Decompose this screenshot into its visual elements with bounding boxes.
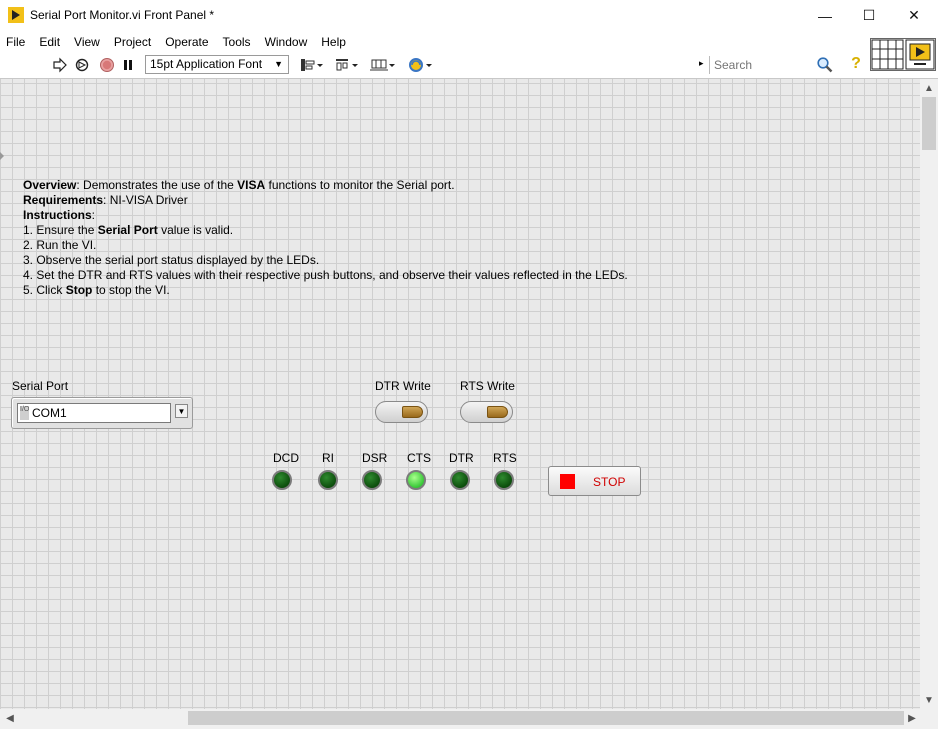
led-rts	[494, 470, 514, 490]
run-continuously-icon[interactable]	[73, 57, 91, 73]
led-label-dtr: DTR	[449, 451, 474, 465]
chevron-down-icon: ▼	[274, 59, 283, 69]
scroll-up-icon[interactable]: ▲	[921, 80, 937, 96]
serial-port-label: Serial Port	[12, 379, 69, 393]
led-dsr	[362, 470, 382, 490]
led-label-rts: RTS	[493, 451, 517, 465]
maximize-icon: ☐	[862, 7, 876, 23]
font-select-value: 15pt Application Font	[150, 57, 263, 71]
scroll-left-icon[interactable]: ◀	[2, 710, 18, 726]
led-label-cts: CTS	[407, 451, 431, 465]
window-title: Serial Port Monitor.vi Front Panel *	[30, 8, 215, 22]
vertical-scrollbar[interactable]	[920, 79, 938, 709]
rts-write-label: RTS Write	[460, 379, 515, 393]
maximize-button[interactable]: ☐	[846, 0, 892, 31]
chevron-down-icon: ▼	[177, 406, 186, 416]
menu-edit[interactable]: Edit	[32, 35, 67, 49]
led-ri	[318, 470, 338, 490]
visa-io-icon: I/O	[20, 406, 29, 420]
led-label-dcd: DCD	[273, 451, 299, 465]
menu-bar: File Edit View Project Operate Tools Win…	[0, 31, 938, 52]
step1-text-a: 1. Ensure the	[23, 223, 98, 237]
minimize-icon: —	[818, 7, 832, 24]
close-icon: ✕	[908, 7, 920, 23]
menu-operate[interactable]: Operate	[158, 35, 215, 49]
connector-pane-icon	[871, 39, 935, 70]
resize-objects-icon[interactable]	[369, 57, 397, 73]
front-panel-canvas	[0, 79, 920, 709]
scroll-down-icon[interactable]: ▼	[921, 692, 937, 708]
font-select[interactable]: 15pt Application Font ▼	[145, 55, 289, 74]
overview-text-2: functions to monitor the Serial port.	[265, 178, 455, 192]
run-arrow-icon[interactable]	[52, 57, 68, 73]
align-objects-icon[interactable]	[299, 57, 325, 73]
search-marker-icon: ▸	[699, 58, 704, 68]
serial-port-field[interactable]: I/O COM1	[17, 403, 171, 423]
step1-text-b: value is valid.	[157, 223, 234, 237]
led-dtr	[450, 470, 470, 490]
connector-pane[interactable]	[870, 38, 936, 71]
distribute-objects-icon[interactable]	[334, 57, 360, 73]
scroll-right-icon[interactable]: ▶	[904, 710, 920, 726]
search-icon[interactable]	[816, 56, 834, 74]
stop-button-label: STOP	[593, 475, 626, 489]
menu-window[interactable]: Window	[258, 35, 315, 49]
serial-port-value: COM1	[32, 406, 67, 420]
horizontal-scroll-thumb[interactable]	[188, 711, 904, 725]
menu-file[interactable]: File	[0, 35, 32, 49]
stop-square-icon	[560, 474, 575, 489]
requirements-label: Requirements	[23, 193, 104, 207]
context-help-icon[interactable]: ?	[848, 55, 864, 73]
step5-text-b: to stop the VI.	[92, 283, 170, 297]
step4-text: 4. Set the DTR and RTS values with their…	[23, 268, 628, 282]
led-cts	[406, 470, 426, 490]
dtr-write-button[interactable]	[375, 401, 428, 423]
instructions-label: Instructions	[23, 208, 92, 222]
canvas-edge-marker-icon	[0, 150, 5, 162]
step1-serial-port: Serial Port	[97, 223, 158, 237]
instructions-colon: :	[91, 208, 96, 222]
reorder-icon[interactable]	[407, 57, 435, 73]
overview-label: Overview	[23, 178, 77, 192]
button-light-icon	[487, 406, 508, 418]
abort-icon[interactable]	[99, 57, 115, 73]
menu-help[interactable]: Help	[314, 35, 353, 49]
vi-description: Overview: Demonstrates the use of the VI…	[23, 178, 628, 298]
stop-button[interactable]: STOP	[548, 466, 641, 496]
led-label-ri: RI	[322, 451, 334, 465]
labview-app-icon	[8, 7, 24, 23]
led-dcd	[272, 470, 292, 490]
serial-port-dropdown-button[interactable]: ▼	[175, 404, 188, 418]
close-button[interactable]: ✕	[891, 0, 937, 31]
overview-text-1: : Demonstrates the use of the	[76, 178, 238, 192]
minimize-button[interactable]: —	[802, 0, 848, 31]
step3-text: 3. Observe the serial port status displa…	[23, 253, 320, 267]
vertical-scroll-thumb[interactable]	[922, 97, 936, 150]
requirements-text: : NI-VISA Driver	[103, 193, 188, 207]
rts-write-button[interactable]	[460, 401, 513, 423]
dtr-write-label: DTR Write	[375, 379, 431, 393]
overview-visa: VISA	[237, 178, 266, 192]
step5-text-a: 5. Click	[23, 283, 66, 297]
menu-view[interactable]: View	[67, 35, 107, 49]
step2-text: 2. Run the VI.	[23, 238, 97, 252]
menu-project[interactable]: Project	[107, 35, 158, 49]
menu-tools[interactable]: Tools	[216, 35, 258, 49]
led-label-dsr: DSR	[362, 451, 388, 465]
pause-icon[interactable]	[121, 57, 135, 73]
button-light-icon	[402, 406, 423, 418]
step5-stop: Stop	[65, 283, 93, 297]
